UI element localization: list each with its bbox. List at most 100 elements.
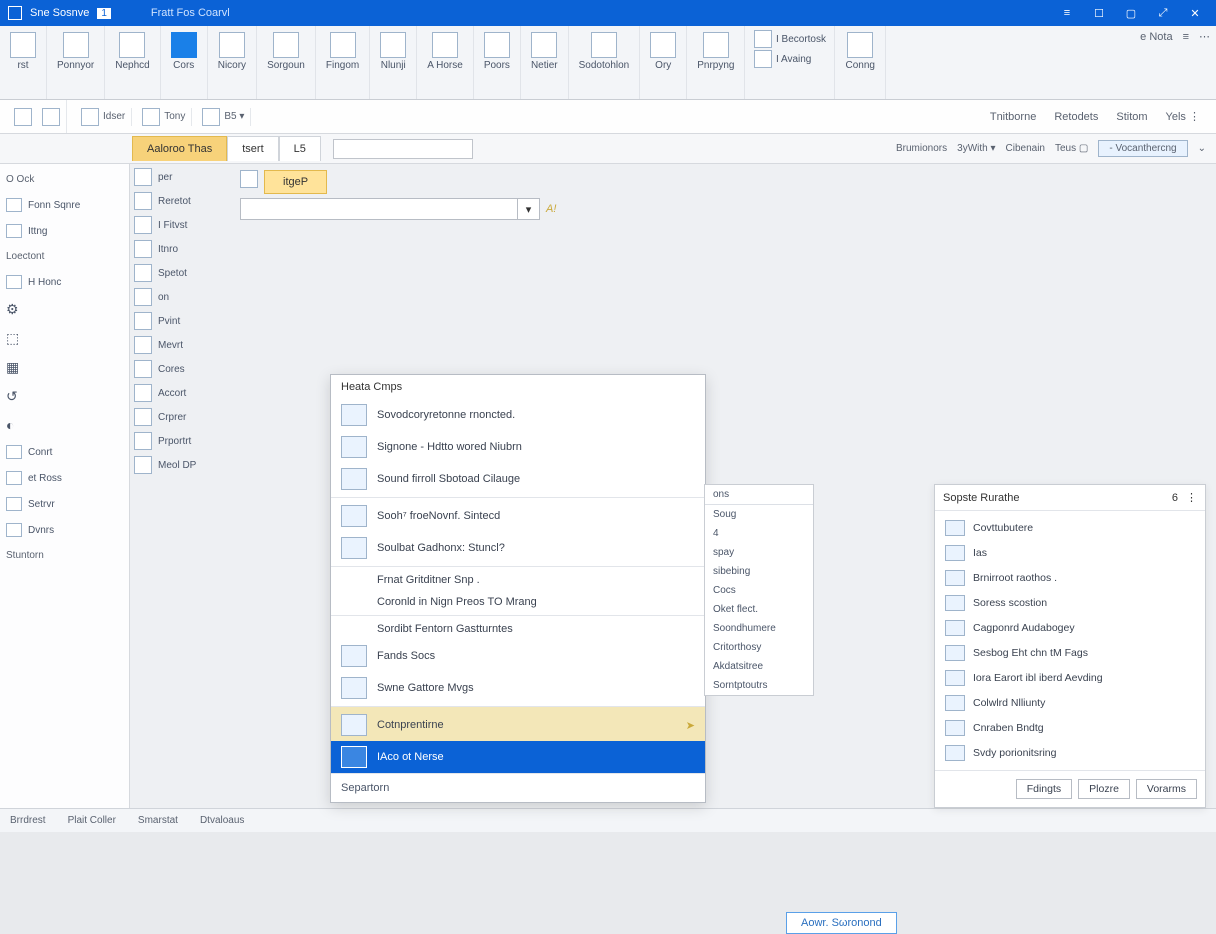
pane-list-item[interactable]: Colwlrd Nlliunty	[939, 692, 1201, 714]
action-button[interactable]: Aowr. Sωronοnd	[786, 912, 897, 934]
pane-list-item[interactable]: Cnraben Bndtg	[939, 717, 1201, 739]
popup-menu-item[interactable]: Sordibt Fentorn Gastturntes	[331, 615, 705, 640]
ribbon-button[interactable]: Cors	[167, 30, 201, 73]
status-segment[interactable]: Brrdrest	[10, 815, 46, 826]
pane-button[interactable]: Vorarms	[1136, 779, 1197, 799]
ribbon-button[interactable]: A Horse	[423, 30, 467, 73]
sidebar-icon-item[interactable]: ↺	[4, 385, 125, 408]
toolbar-right-button[interactable]: Yels ⋮	[1166, 110, 1200, 123]
tree-item[interactable]: per	[134, 168, 230, 186]
opt-label[interactable]: 3yWith ▾	[957, 143, 995, 154]
submenu-item[interactable]: Sorntptoutrs	[705, 676, 813, 695]
chevron-down-icon[interactable]: ▾	[517, 199, 539, 219]
sidebar-item[interactable]: Conrt	[4, 442, 125, 462]
popup-menu-item[interactable]: IAco ot Nerse	[331, 741, 705, 773]
ribbon-small-button[interactable]: I Becortosk	[754, 30, 826, 48]
tree-item[interactable]: on	[134, 288, 230, 306]
window-mode-a-button[interactable]: ☐	[1084, 4, 1114, 22]
pane-list-item[interactable]: Iora Earort ibl iberd Aevding	[939, 667, 1201, 689]
ribbon-button[interactable]: Ponnyor	[53, 30, 98, 73]
window-mode-b-button[interactable]: ▢	[1116, 4, 1146, 22]
popup-menu-item[interactable]: Soulbat Gadhonx: Stuncl?	[331, 532, 705, 564]
ribbon-button[interactable]: Nicory	[214, 30, 250, 73]
popup-menu-item[interactable]: Sooh⁷ froeNovnf. Sintecd	[331, 497, 705, 532]
sidebar-icon-item[interactable]: ◐	[4, 414, 125, 436]
pane-options-icon[interactable]: ⋮	[1186, 491, 1197, 504]
sidebar-item[interactable]: Dvnrs	[4, 520, 125, 540]
ribbon-button[interactable]: rst	[6, 30, 40, 73]
close-button[interactable]: ✕	[1180, 4, 1210, 22]
toolbar-right-button[interactable]: Stitom	[1116, 111, 1147, 123]
ribbon-small-button[interactable]: I Avaing	[754, 50, 826, 68]
submenu-item[interactable]: Oket flect.	[705, 600, 813, 619]
pane-list-item[interactable]: Soress scostion	[939, 592, 1201, 614]
ribbon-button[interactable]: Ory	[646, 30, 680, 73]
generic-icon[interactable]	[14, 108, 32, 126]
ribbon-button[interactable]: Conng	[841, 30, 878, 73]
formula-input[interactable]	[333, 139, 473, 159]
tree-item[interactable]: Spetot	[134, 264, 230, 282]
sidebar-icon-item[interactable]: ⚙	[4, 298, 125, 321]
toolbar-right-button[interactable]: Tnitborne	[990, 111, 1036, 123]
maximize-button[interactable]: ⤢	[1148, 4, 1178, 22]
pane-list-item[interactable]: Covttubutere	[939, 517, 1201, 539]
toolbar-button[interactable]: Idser	[75, 108, 132, 126]
opt-pill[interactable]: - Vocanthercng	[1098, 140, 1187, 157]
ribbon-button[interactable]: Poors	[480, 30, 514, 73]
ribbon-far-button[interactable]: ≡	[1183, 31, 1189, 43]
status-segment[interactable]: Dtvaloaus	[200, 815, 244, 826]
ribbon-button[interactable]: Fingom	[322, 30, 363, 73]
sidebar-item[interactable]: Setrvr	[4, 494, 125, 514]
popup-menu-item[interactable]: Sovodcoryretonne rnoncted.	[331, 399, 705, 431]
popup-footer-item[interactable]: Separtorn	[331, 773, 705, 802]
popup-menu-item[interactable]: Coronld in Nign Preos TO Mrang	[331, 591, 705, 613]
ribbon-far-button[interactable]: e Nota	[1140, 31, 1172, 43]
status-segment[interactable]: Smarstat	[138, 815, 178, 826]
ribbon-button[interactable]: Nlunji	[376, 30, 410, 73]
tree-item[interactable]: Crprer	[134, 408, 230, 426]
tree-item[interactable]: Itnro	[134, 240, 230, 258]
tree-item[interactable]: Meol DP	[134, 456, 230, 474]
tree-item[interactable]: I Fitvst	[134, 216, 230, 234]
popup-menu-item[interactable]: Cotnprentirne➤	[331, 706, 705, 741]
context-tab[interactable]: itgeP	[264, 170, 327, 194]
pane-list-item[interactable]: Brnirroot raothos .	[939, 567, 1201, 589]
submenu-item[interactable]: Akdatsitree	[705, 657, 813, 676]
pane-list-item[interactable]: Svdy porionitsring	[939, 742, 1201, 764]
generic-icon[interactable]	[240, 170, 258, 188]
popup-menu-item[interactable]: Frnat Gritditner Snp .	[331, 566, 705, 591]
submenu-item[interactable]: 4	[705, 524, 813, 543]
submenu-item[interactable]: sibebing	[705, 562, 813, 581]
submenu-item[interactable]: Cocs	[705, 581, 813, 600]
ribbon-button[interactable]: Sodotohlon	[575, 30, 634, 73]
pane-list-item[interactable]: Ias	[939, 542, 1201, 564]
ribbon-collapse-button[interactable]: ≡	[1052, 4, 1082, 22]
tree-item[interactable]: Accort	[134, 384, 230, 402]
tree-item[interactable]: Prportrt	[134, 432, 230, 450]
tree-item[interactable]: Mevrt	[134, 336, 230, 354]
sidebar-item[interactable]: Ittng	[4, 221, 125, 241]
popup-menu-item[interactable]: Swne Gattore Mvgs	[331, 672, 705, 704]
sidebar-item[interactable]: Fonn Sqnre	[4, 195, 125, 215]
tree-item[interactable]: Pvint	[134, 312, 230, 330]
pane-list-item[interactable]: Sesbog Eht chn tM Fags	[939, 642, 1201, 664]
sidebar-icon-item[interactable]: ⬚	[4, 327, 125, 350]
opt-label[interactable]: Cibenain	[1006, 143, 1045, 154]
toolbar-button[interactable]: B5 ▾	[196, 108, 251, 126]
sidebar-icon-item[interactable]: ▦	[4, 356, 125, 379]
opt-label[interactable]: Brumionors	[896, 143, 947, 154]
pane-button[interactable]: Fdingts	[1016, 779, 1072, 799]
popup-menu-item[interactable]: Fands Socs	[331, 640, 705, 672]
ribbon-button[interactable]: Pnrpyng	[693, 30, 738, 73]
tree-item[interactable]: Cores	[134, 360, 230, 378]
submenu-item[interactable]: Soug	[705, 505, 813, 524]
ribbon-button[interactable]: Sorgoun	[263, 30, 309, 73]
tree-item[interactable]: Reretot	[134, 192, 230, 210]
submenu-item[interactable]: Critorthosy	[705, 638, 813, 657]
generic-icon[interactable]	[42, 108, 60, 126]
ribbon-button[interactable]: Netier	[527, 30, 562, 73]
toolbar-right-button[interactable]: Retodets	[1054, 111, 1098, 123]
tab-secondary[interactable]: L5	[279, 136, 321, 161]
chevron-down-icon[interactable]: ⌄	[1198, 143, 1206, 154]
pane-list-item[interactable]: Cagponrd Audabogey	[939, 617, 1201, 639]
